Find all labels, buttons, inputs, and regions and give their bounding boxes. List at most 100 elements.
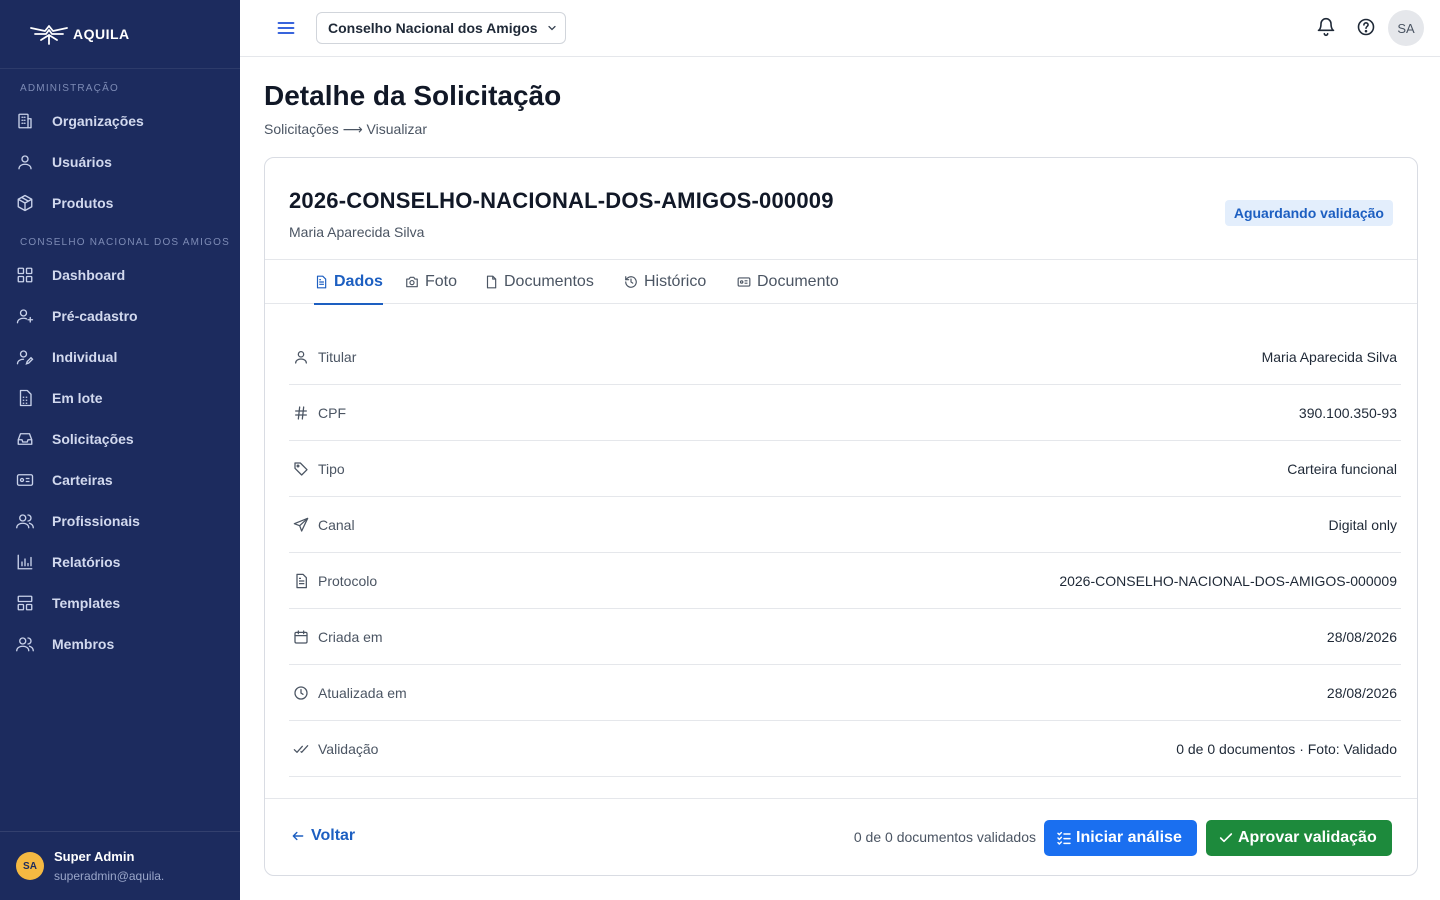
brand[interactable]: AQUILA — [0, 0, 240, 69]
user-email: superadmin@aquila. — [54, 869, 165, 883]
bar-chart-icon — [16, 553, 34, 571]
menu-icon[interactable] — [276, 18, 296, 38]
section-title-conselho: CONSELHO NACIONAL DOS AMIGOS — [20, 237, 230, 248]
tab-label: Histórico — [644, 273, 707, 290]
back-label: Voltar — [311, 827, 356, 844]
documents-validated-count: 0 de 0 documentos validados — [853, 829, 1036, 845]
history-icon — [624, 275, 638, 289]
sidebar-item-solicitacoes[interactable]: Solicitações — [0, 418, 240, 459]
sidebar-item-membros[interactable]: Membros — [0, 623, 240, 664]
detail-row-cpf: CPF 390.100.350-93 — [289, 385, 1401, 441]
sidebar-item-label: Membros — [52, 635, 115, 652]
detail-value: 28/08/2026 — [1326, 684, 1397, 701]
avatar[interactable]: SA — [1388, 10, 1424, 46]
tab-label: Dados — [334, 273, 383, 290]
tab-dados[interactable]: Dados — [314, 260, 383, 305]
detail-label: Validação — [318, 740, 379, 757]
tag-icon — [293, 461, 309, 477]
organization-select[interactable]: Conselho Nacional dos Amigos — [316, 12, 566, 44]
file-text-icon — [314, 275, 328, 289]
request-card: 2026-CONSELHO-NACIONAL-DOS-AMIGOS-000009… — [264, 157, 1418, 876]
tab-documento[interactable]: Documento — [737, 260, 839, 304]
sidebar-item-produtos[interactable]: Produtos — [0, 182, 240, 223]
start-analysis-button[interactable]: Iniciar análise — [1044, 820, 1197, 856]
detail-label: Criada em — [318, 628, 383, 645]
start-analysis-label: Iniciar análise — [1076, 829, 1182, 846]
id-card-icon — [16, 471, 34, 489]
organization-select-value: Conselho Nacional dos Amigos — [328, 20, 538, 36]
members-icon — [16, 635, 34, 653]
sidebar-item-label: Usuários — [52, 153, 112, 170]
sidebar-item-carteiras[interactable]: Carteiras — [0, 459, 240, 500]
detail-row-validacao: Validação 0 de 0 documentos · Foto: Vali… — [289, 721, 1401, 777]
user-edit-icon — [16, 348, 34, 366]
detail-row-canal: Canal Digital only — [289, 497, 1401, 553]
sidebar-item-profissionais[interactable]: Profissionais — [0, 500, 240, 541]
sidebar-item-label: Produtos — [52, 194, 114, 211]
back-button[interactable]: Voltar — [291, 827, 355, 845]
detail-row-criada-em: Criada em 28/08/2026 — [289, 609, 1401, 665]
user-icon — [293, 349, 309, 365]
tab-label: Documentos — [504, 273, 594, 290]
tab-foto[interactable]: Foto — [405, 260, 457, 304]
file-icon — [484, 275, 498, 289]
sidebar-item-label: Solicitações — [52, 430, 134, 447]
detail-value: 2026-CONSELHO-NACIONAL-DOS-AMIGOS-000009 — [1059, 572, 1397, 589]
sidebar-item-label: Relatórios — [52, 553, 121, 570]
tab-historico[interactable]: Histórico — [624, 260, 706, 304]
sidebar-item-organizacoes[interactable]: Organizações — [0, 100, 240, 141]
aquila-logo-icon — [29, 22, 69, 46]
sidebar-item-templates[interactable]: Templates — [0, 582, 240, 623]
avatar: SA — [16, 852, 44, 880]
sidebar-item-label: Dashboard — [52, 266, 126, 283]
breadcrumb: Solicitações ⟶ Visualizar — [264, 121, 427, 137]
layout-icon — [16, 594, 34, 612]
sidebar-item-em-lote[interactable]: Em lote — [0, 377, 240, 418]
detail-label: Atualizada em — [318, 684, 407, 701]
sidebar-item-usuarios[interactable]: Usuários — [0, 141, 240, 182]
detail-value: Maria Aparecida Silva — [1261, 348, 1397, 365]
id-card-icon — [737, 275, 751, 289]
detail-value: 28/08/2026 — [1326, 628, 1397, 645]
list-check-icon — [1056, 830, 1072, 846]
sidebar-user[interactable]: SA Super Admin superadmin@aquila. — [0, 831, 240, 900]
brand-name: AQUILA — [73, 26, 130, 42]
approve-validation-button[interactable]: Aprovar validação — [1206, 820, 1392, 856]
detail-label: Titular — [318, 348, 357, 365]
sidebar-item-dashboard[interactable]: Dashboard — [0, 254, 240, 295]
sidebar-item-label: Profissionais — [52, 512, 140, 529]
tabs: Dados Foto Documentos Histórico Document… — [265, 259, 1417, 305]
double-check-icon — [293, 741, 309, 757]
sidebar: AQUILA ADMINISTRAÇÃO Organizações Usuári… — [0, 0, 240, 900]
tab-label: Documento — [757, 273, 839, 290]
sidebar-item-pre-cadastro[interactable]: Pré-cadastro — [0, 295, 240, 336]
chevron-down-icon — [546, 22, 558, 34]
bell-icon[interactable] — [1316, 17, 1336, 37]
detail-value: Digital only — [1328, 516, 1397, 533]
sidebar-item-label: Em lote — [52, 389, 103, 406]
request-title: 2026-CONSELHO-NACIONAL-DOS-AMIGOS-000009 — [289, 188, 834, 213]
sidebar-item-label: Pré-cadastro — [52, 307, 138, 324]
sidebar-item-relatorios[interactable]: Relatórios — [0, 541, 240, 582]
tab-documentos[interactable]: Documentos — [484, 260, 594, 304]
arrow-left-icon — [291, 829, 305, 843]
section-title-administracao: ADMINISTRAÇÃO — [20, 83, 119, 94]
sidebar-item-label: Carteiras — [52, 471, 113, 488]
detail-value: 0 de 0 documentos · Foto: Validado — [1176, 740, 1397, 757]
camera-icon — [405, 275, 419, 289]
hash-icon — [293, 405, 309, 421]
detail-value: 390.100.350-93 — [1298, 404, 1397, 421]
status-badge: Aguardando validação — [1224, 200, 1393, 226]
page-title: Detalhe da Solicitação — [264, 80, 562, 111]
send-icon — [293, 517, 309, 533]
request-holder: Maria Aparecida Silva — [289, 224, 425, 240]
user-name: Super Admin — [54, 849, 135, 864]
calendar-icon — [293, 629, 309, 645]
check-icon — [1218, 830, 1234, 846]
help-icon[interactable] — [1356, 17, 1376, 37]
inbox-icon — [16, 430, 34, 448]
topbar: Conselho Nacional dos Amigos SA — [240, 0, 1440, 57]
detail-label: Protocolo — [318, 572, 378, 589]
sidebar-item-individual[interactable]: Individual — [0, 336, 240, 377]
file-grid-icon — [16, 389, 34, 407]
